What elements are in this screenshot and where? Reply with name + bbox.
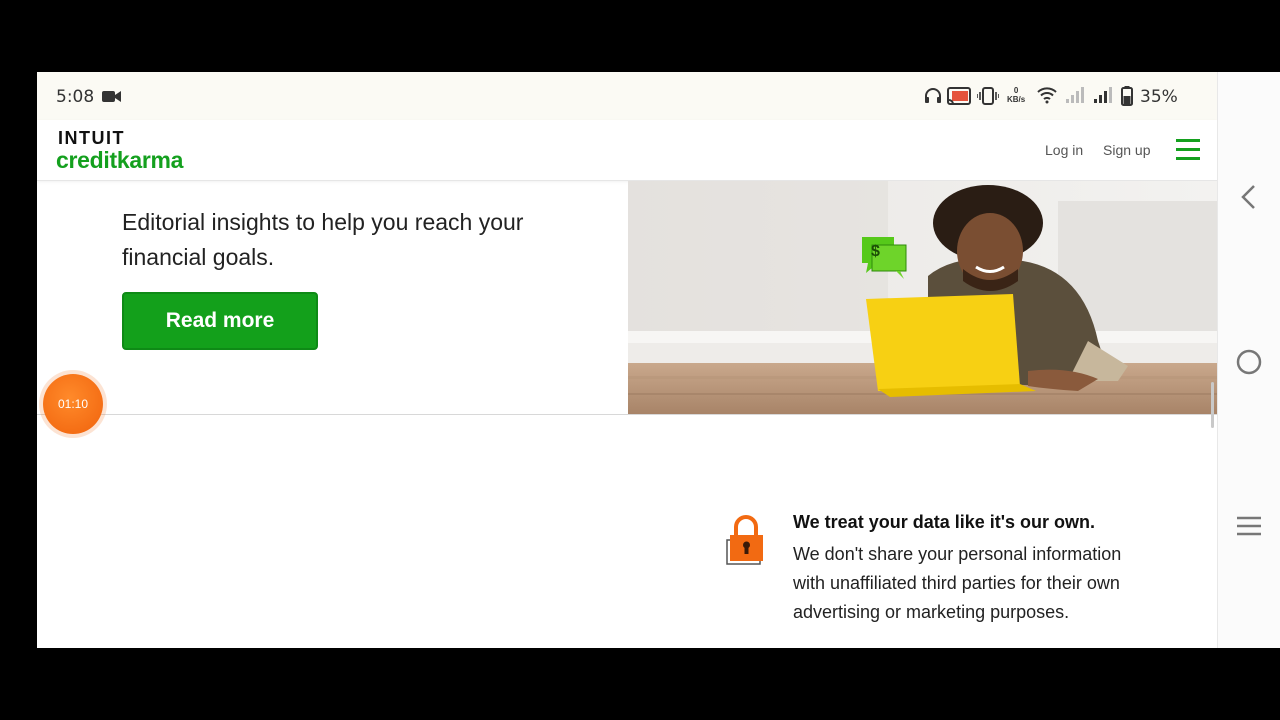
signup-link[interactable]: Sign up [1103, 142, 1150, 158]
battery-icon [1121, 86, 1133, 106]
battery-percent: 35% [1140, 87, 1178, 107]
network-speed: 0 KB/s [1007, 86, 1025, 104]
system-nav-bar [1217, 72, 1280, 648]
hero-illustration: $ [628, 181, 1217, 414]
logo-intuit[interactable]: INTUIT [58, 128, 125, 149]
recording-timer[interactable]: 01:10 [43, 374, 103, 434]
recents-menu-icon[interactable] [1236, 516, 1262, 536]
network-speed-unit: KB/s [1007, 95, 1026, 104]
home-circle-icon[interactable] [1235, 348, 1263, 376]
login-link[interactable]: Log in [1045, 142, 1083, 158]
vibrate-icon [977, 87, 999, 105]
status-time: 5:08 [56, 87, 95, 107]
data-privacy-body: We don't share your personal information… [793, 544, 1122, 622]
read-more-button[interactable]: Read more [122, 292, 318, 350]
padlock-icon [726, 515, 763, 565]
phone-screen: 5:08 0 KB/s 35% INTUIT creditkarma Log i… [37, 72, 1280, 648]
hero-image: $ [628, 181, 1217, 414]
network-speed-value: 0 [1013, 86, 1019, 95]
hero-divider [37, 414, 1217, 415]
logo-creditkarma[interactable]: creditkarma [56, 147, 183, 174]
video-camera-icon [102, 91, 121, 102]
signal-icon [1094, 87, 1112, 103]
status-bar: 5:08 0 KB/s 35% [37, 72, 1217, 120]
hero-text: Editorial insights to help you reach you… [122, 209, 524, 270]
data-privacy-title: We treat your data like it's our own. [793, 512, 1096, 532]
hamburger-menu-icon[interactable] [1176, 139, 1200, 161]
site-header: INTUIT creditkarma Log in Sign up [37, 120, 1217, 181]
svg-text:$: $ [871, 243, 880, 260]
screen-cast-icon [947, 87, 971, 105]
back-chevron-icon[interactable] [1239, 184, 1259, 210]
scrollbar-thumb[interactable] [1211, 382, 1214, 428]
signal-icon [1066, 87, 1084, 103]
headphones-icon [925, 88, 941, 103]
wifi-icon [1037, 87, 1057, 104]
